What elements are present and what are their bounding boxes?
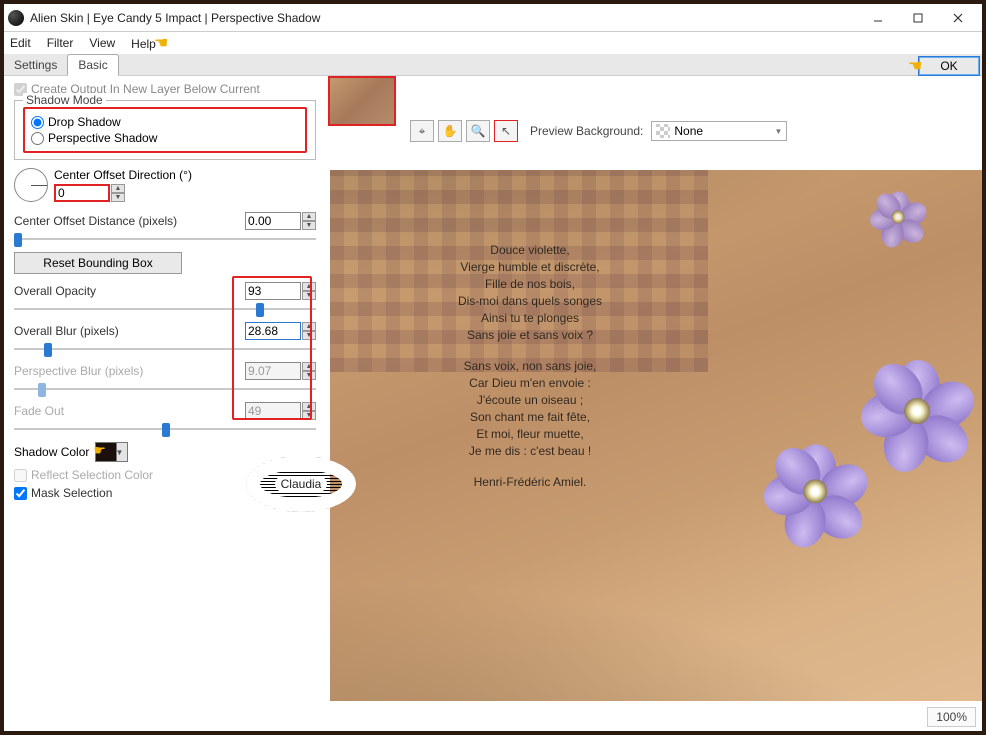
- pointer-hand-icon: ☛: [154, 33, 168, 53]
- preview-toolbar: ⌖ ✋ 🔍 ↖ Preview Background: None ▼: [410, 120, 787, 142]
- tab-strip: Settings Basic ☛ OK Cancel: [4, 54, 982, 76]
- reset-bounding-box-button[interactable]: Reset Bounding Box: [14, 252, 182, 274]
- shadow-mode-group: Shadow Mode Drop Shadow Perspective Shad…: [14, 100, 316, 160]
- radio-drop-shadow[interactable]: Drop Shadow: [31, 115, 299, 129]
- checker-swatch-icon: [656, 124, 670, 138]
- hand-tool-icon[interactable]: ✋: [438, 120, 462, 142]
- flower-decoration: [766, 444, 867, 545]
- preview-bg-select[interactable]: None ▼: [651, 121, 787, 141]
- shadow-mode-legend: Shadow Mode: [23, 93, 106, 107]
- center-offset-dir-input[interactable]: ▲▼: [54, 184, 192, 202]
- watermark: Claudia: [246, 456, 356, 512]
- preview-canvas[interactable]: Douce violette, Vierge humble et discrèt…: [330, 170, 982, 701]
- zoom-tool-icon[interactable]: 🔍: [466, 120, 490, 142]
- spin-down-icon[interactable]: ▼: [302, 331, 316, 340]
- perspective-blur-slider: [14, 382, 316, 396]
- preview-panel: ⌖ ✋ 🔍 ↖ Preview Background: None ▼ Douce…: [326, 76, 982, 731]
- close-button[interactable]: [938, 6, 978, 30]
- overall-blur-label: Overall Blur (pixels): [14, 324, 119, 338]
- menu-help[interactable]: Help: [131, 37, 156, 51]
- center-offset-dir-label: Center Offset Direction (°): [54, 168, 192, 182]
- radio-perspective-shadow[interactable]: Perspective Shadow: [31, 131, 299, 145]
- overall-opacity-slider[interactable]: [14, 302, 316, 316]
- shadow-color-label: Shadow Color: [14, 445, 89, 459]
- maximize-button[interactable]: [898, 6, 938, 30]
- ok-button[interactable]: OK: [918, 56, 980, 76]
- pointer-tool-icon[interactable]: ↖: [494, 120, 518, 142]
- pointer-hand-icon: ☛: [908, 56, 922, 76]
- center-offset-dist-slider[interactable]: [14, 232, 316, 246]
- preview-thumbnail[interactable]: [328, 76, 396, 126]
- fade-out-slider: [14, 422, 316, 436]
- center-offset-dist-label: Center Offset Distance (pixels): [14, 214, 177, 228]
- preview-bg-label: Preview Background:: [530, 124, 643, 138]
- fade-out-input: ▲▼: [245, 402, 316, 420]
- navigator-tool-icon[interactable]: ⌖: [410, 120, 434, 142]
- poem-text: Douce violette, Vierge humble et discrèt…: [400, 242, 660, 491]
- menu-filter[interactable]: Filter: [47, 36, 74, 50]
- spin-up-icon[interactable]: ▲: [111, 184, 125, 193]
- app-icon: [8, 10, 24, 26]
- direction-dial[interactable]: [14, 168, 48, 202]
- spin-down-icon[interactable]: ▼: [111, 193, 125, 202]
- center-offset-dist-input[interactable]: ▲▼: [245, 212, 316, 230]
- perspective-blur-label: Perspective Blur (pixels): [14, 364, 143, 378]
- spin-up-icon[interactable]: ▲: [302, 212, 316, 221]
- spin-up-icon[interactable]: ▲: [302, 282, 316, 291]
- overall-blur-slider[interactable]: [14, 342, 316, 356]
- perspective-blur-input: ▲▼: [245, 362, 316, 380]
- status-zoom: 100%: [927, 707, 976, 727]
- tab-settings[interactable]: Settings: [4, 55, 67, 75]
- spin-down-icon[interactable]: ▼: [302, 291, 316, 300]
- overall-blur-input[interactable]: ▲▼: [245, 322, 316, 340]
- menu-view[interactable]: View: [89, 36, 115, 50]
- window-title: Alien Skin | Eye Candy 5 Impact | Perspe…: [30, 11, 858, 25]
- overall-opacity-label: Overall Opacity: [14, 284, 96, 298]
- spin-down-icon[interactable]: ▼: [302, 221, 316, 230]
- overall-opacity-input[interactable]: ▲▼: [245, 282, 316, 300]
- menu-edit[interactable]: Edit: [10, 36, 31, 50]
- spin-up-icon[interactable]: ▲: [302, 322, 316, 331]
- menu-bar: Edit Filter View Help☛: [4, 32, 982, 54]
- title-bar: Alien Skin | Eye Candy 5 Impact | Perspe…: [4, 4, 982, 32]
- fade-out-label: Fade Out: [14, 404, 64, 418]
- flower-decoration: [864, 360, 974, 470]
- chevron-down-icon: ▼: [774, 127, 782, 136]
- settings-panel: Create Output In New Layer Below Current…: [4, 76, 326, 731]
- minimize-button[interactable]: [858, 6, 898, 30]
- pointer-hand-icon: ☛: [93, 442, 106, 462]
- flower-decoration: [872, 192, 927, 247]
- tab-basic[interactable]: Basic: [67, 54, 118, 76]
